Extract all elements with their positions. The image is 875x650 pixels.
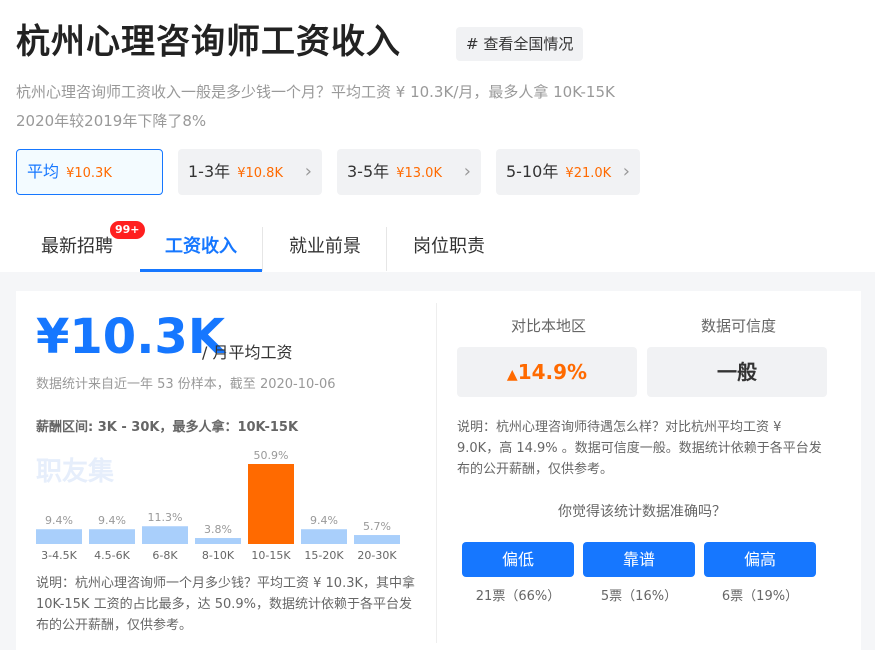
chart-category-label: 3-4.5K <box>41 549 77 562</box>
national-view-tag[interactable]: # 查看全国情况 <box>456 27 584 61</box>
filter-3-5-years[interactable]: 3-5年 ¥13.0K › <box>337 149 481 195</box>
page-subtitle: 杭州心理咨询师工资收入一般是多少钱一个月？平均工资 ¥ 10.3K/月，最多人拿… <box>16 78 676 136</box>
compare-value-box: ▲14.9% <box>457 347 637 397</box>
filter-label: 5-10年 <box>506 162 559 181</box>
vote-accurate-button[interactable]: 靠谱 <box>583 542 695 577</box>
column-divider <box>436 303 437 643</box>
arrow-up-icon: ▲ <box>506 367 518 383</box>
filter-label: 3-5年 <box>347 162 390 181</box>
vote-high-button[interactable]: 偏高 <box>704 542 816 577</box>
salary-range: 薪酬区间: 3K - 30K，最多人拿：10K-15K <box>36 420 299 435</box>
chart-bar <box>301 529 347 544</box>
filter-value: ¥13.0K <box>396 166 442 181</box>
chart-category-label: 10-15K <box>251 549 291 562</box>
average-salary: ¥10.3K <box>36 309 226 365</box>
chart-value-label: 9.4% <box>98 514 126 527</box>
chart-category-label: 4.5-6K <box>94 549 130 562</box>
trust-label: 数据可信度 <box>701 317 777 335</box>
filter-value: ¥21.0K <box>565 166 612 181</box>
chart-bar <box>248 464 294 544</box>
tab-salary[interactable]: 工资收入 <box>140 225 262 272</box>
page-header: 杭州心理咨询师工资收入 # 查看全国情况 杭州心理咨询师工资收入一般是多少钱一个… <box>0 0 875 272</box>
tab-label: 岗位职责 <box>413 236 485 257</box>
filter-label: 平均 <box>27 162 60 181</box>
filter-value: ¥10.3K <box>66 166 112 181</box>
survey-question: 你觉得该统计数据准确吗？ <box>558 504 726 520</box>
compare-note: 说明：杭州心理咨询师待遇怎么样？对比杭州平均工资 ¥ 9.0K，高 14.9% … <box>457 420 822 477</box>
subtitle-line: 2020年较2019年下降了8% <box>16 112 207 130</box>
chart-bar <box>354 535 400 544</box>
chart-bar <box>195 538 241 544</box>
salary-note: 说明：杭州心理咨询师一个月多少钱？平均工资 ¥ 10.3K，其中拿 10K-15… <box>36 576 416 633</box>
sample-note: 数据统计来自近一年 53 份样本，截至 2020-10-06 <box>36 377 336 392</box>
chart-bar <box>36 529 82 544</box>
chart-bar <box>142 526 188 544</box>
tab-outlook[interactable]: 就业前景 <box>264 225 386 272</box>
compare-value: 14.9% <box>517 360 588 384</box>
chevron-right-icon: › <box>463 161 471 182</box>
compare-label: 对比本地区 <box>511 317 587 335</box>
vote-low-button[interactable]: 偏低 <box>462 542 574 577</box>
subtitle-line: 杭州心理咨询师工资收入一般是多少钱一个月？平均工资 ¥ 10.3K/月，最多人拿… <box>16 83 615 101</box>
trust-value: 一般 <box>717 360 757 384</box>
chevron-right-icon: › <box>622 161 630 182</box>
tab-label: 工资收入 <box>165 236 237 257</box>
salary-unit: / 月平均工资 <box>202 343 293 362</box>
chart-value-label: 5.7% <box>363 520 391 533</box>
tab-duties[interactable]: 岗位职责 <box>388 225 510 272</box>
chart-category-label: 8-10K <box>202 549 235 562</box>
chart-bar <box>89 529 135 544</box>
tab-divider <box>262 227 263 271</box>
chart-category-label: 15-20K <box>304 549 344 562</box>
page-title: 杭州心理咨询师工资收入 <box>16 22 401 62</box>
tab-divider <box>386 227 387 271</box>
chevron-right-icon: › <box>304 161 312 182</box>
filter-1-3-years[interactable]: 1-3年 ¥10.8K › <box>178 149 322 195</box>
filter-average[interactable]: 平均 ¥10.3K <box>16 149 163 195</box>
tab-label: 最新招聘 <box>41 236 113 257</box>
tab-bar: 最新招聘 99+ 工资收入 就业前景 岗位职责 <box>16 221 536 272</box>
tab-jobs[interactable]: 最新招聘 99+ <box>16 221 145 272</box>
chart-value-label: 9.4% <box>310 514 338 527</box>
chart-category-label: 6-8K <box>152 549 178 562</box>
trust-value-box: 一般 <box>647 347 827 397</box>
chart-value-label: 50.9% <box>254 449 289 462</box>
salary-card: ¥10.3K / 月平均工资 数据统计来自近一年 53 份样本，截至 2020-… <box>16 291 861 650</box>
vote-low-count: 21票（66%） <box>475 589 561 604</box>
filter-value: ¥10.8K <box>237 166 283 181</box>
chart-value-label: 9.4% <box>45 514 73 527</box>
filter-5-10-years[interactable]: 5-10年 ¥21.0K › <box>496 149 640 195</box>
vote-high-count: 6票（19%） <box>721 589 799 604</box>
chart-value-label: 3.8% <box>204 523 232 536</box>
chart-value-label: 11.3% <box>148 511 183 524</box>
vote-accurate-count: 5票（16%） <box>600 589 678 604</box>
tab-label: 就业前景 <box>289 236 361 257</box>
salary-distribution-chart: 9.4% 3-4.5K 9.4% 4.5-6K 11.3% 6-8K 3.8% 8-10K 50… <box>36 449 400 562</box>
chart-category-label: 20-30K <box>357 549 397 562</box>
filter-label: 1-3年 <box>188 162 231 181</box>
